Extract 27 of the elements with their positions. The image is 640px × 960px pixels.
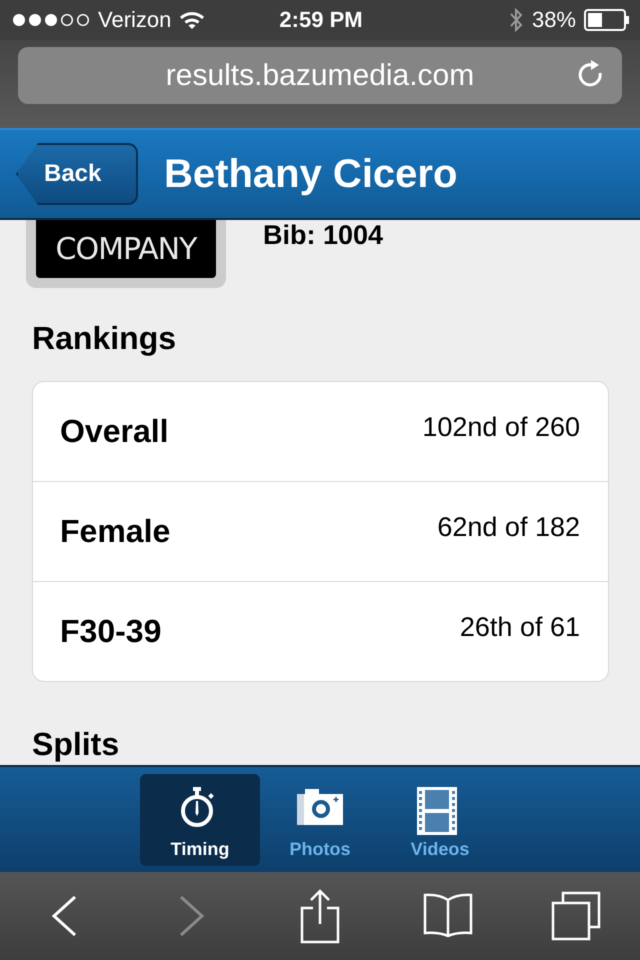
wifi-icon (179, 10, 206, 30)
share-icon[interactable] (299, 888, 341, 944)
book-icon[interactable] (421, 892, 475, 940)
section-heading: Splits (32, 726, 120, 764)
page-title: Bethany Cicero (164, 152, 458, 196)
ranking-label: Female (60, 513, 170, 550)
ranking-label: Overall (60, 413, 169, 450)
bluetooth-icon (508, 7, 524, 33)
ranking-value: 26th of 61 (460, 612, 580, 643)
ranking-value: 102nd of 260 (422, 412, 580, 443)
battery-icon (584, 9, 630, 31)
carrier-name: Verizon (98, 7, 172, 33)
clock-time: 2:59 PM (279, 7, 363, 33)
battery-percent: 38% (532, 7, 576, 33)
tab[interactable]: Timing (140, 774, 260, 866)
bib-number: Bib: 1004 (263, 220, 384, 252)
ranking-label: F30-39 (60, 613, 162, 650)
tab[interactable]: Photos (260, 774, 380, 866)
address-field[interactable]: results.bazumedia.com (18, 47, 622, 104)
tabs-icon[interactable] (550, 890, 602, 942)
signal-icon (12, 13, 90, 27)
back-icon[interactable] (49, 894, 79, 938)
ranking-value: 62nd of 182 (437, 512, 580, 543)
section-heading: Rankings (32, 320, 178, 358)
tab[interactable]: Videos (380, 774, 500, 866)
back-button[interactable]: Back (16, 143, 138, 205)
company-logo: COMPANY (36, 220, 216, 278)
